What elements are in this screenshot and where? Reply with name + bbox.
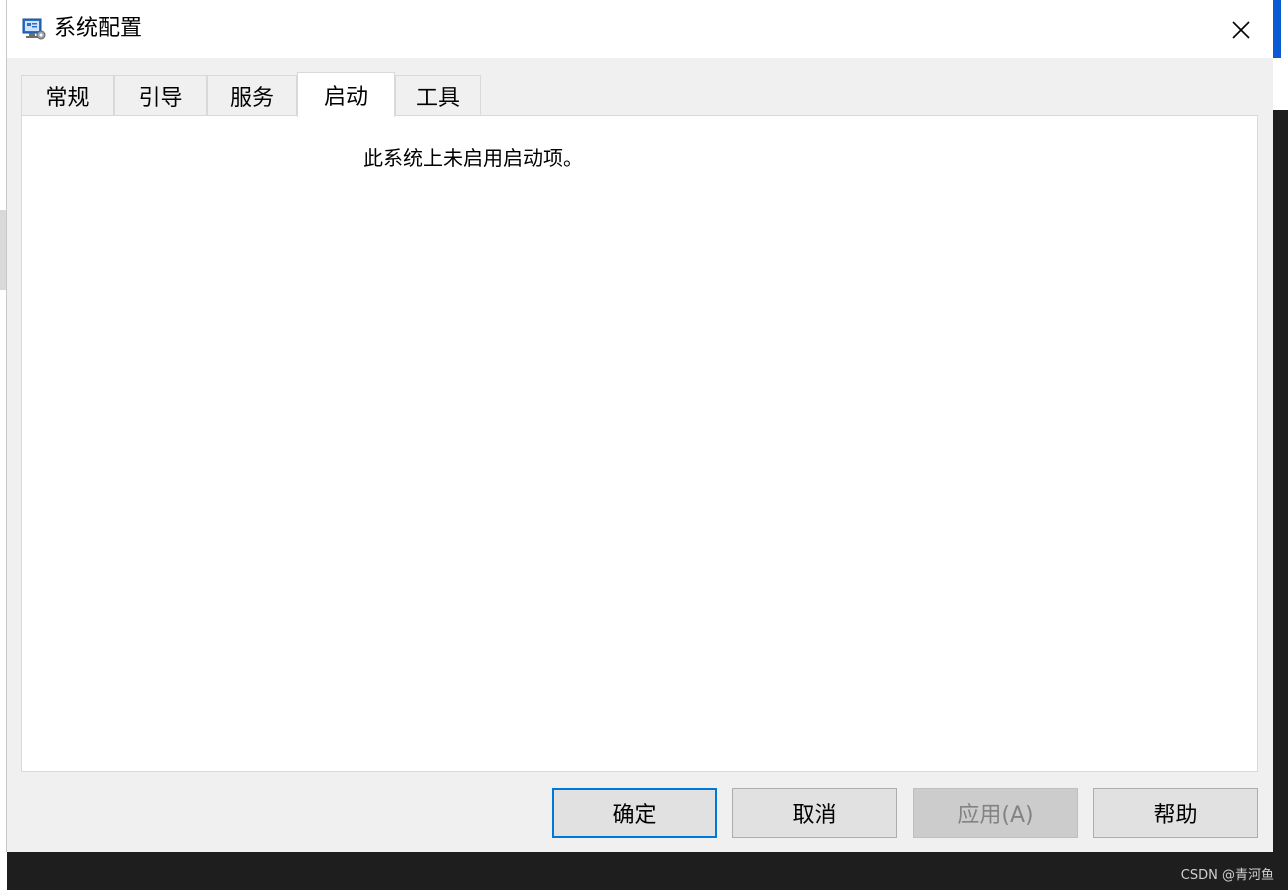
- background-dark-strip: [1273, 110, 1288, 852]
- tab-label: 工具: [415, 86, 460, 111]
- apply-button-label: 应用(A): [957, 803, 1034, 828]
- no-startup-items-message: 此系统上未启用启动项。: [363, 146, 583, 170]
- tab-startup[interactable]: 启动: [297, 72, 395, 117]
- ok-button-label: 确定: [612, 803, 657, 828]
- close-icon: [1232, 21, 1250, 39]
- help-button-label: 帮助: [1153, 803, 1198, 828]
- cancel-button[interactable]: 取消: [732, 788, 897, 838]
- background-window-edge-right: [1273, 0, 1288, 852]
- tab-services[interactable]: 服务: [207, 75, 297, 116]
- background-window-fragment: [0, 210, 6, 290]
- help-button[interactable]: 帮助: [1093, 788, 1258, 838]
- taskbar-strip: CSDN @青河鱼: [7, 852, 1288, 890]
- tab-label: 常规: [45, 86, 90, 111]
- watermark-text: CSDN @青河鱼: [1180, 868, 1274, 883]
- title-bar: 系统配置: [7, 0, 1273, 58]
- background-accent-strip: [1273, 0, 1281, 58]
- cancel-button-label: 取消: [792, 803, 837, 828]
- ok-button[interactable]: 确定: [552, 788, 717, 838]
- apply-button[interactable]: 应用(A): [913, 788, 1078, 838]
- tab-label: 启动: [323, 85, 368, 110]
- window-title: 系统配置: [54, 16, 143, 41]
- tab-tools[interactable]: 工具: [395, 75, 481, 116]
- msconfig-app-icon: [22, 18, 46, 40]
- tab-general[interactable]: 常规: [21, 75, 114, 116]
- close-button[interactable]: [1219, 10, 1263, 50]
- tab-boot[interactable]: 引导: [114, 75, 207, 116]
- tab-strip: 常规 引导 服务 启动 工具: [21, 72, 721, 117]
- tab-label: 服务: [229, 86, 274, 111]
- startup-panel: 此系统上未启用启动项。: [21, 115, 1258, 772]
- background-window-edge: [0, 0, 7, 852]
- system-configuration-dialog: 系统配置 常规 引导 服务 启动 工具 此系统上未启用启动项。 确定 取消 应用…: [7, 0, 1273, 852]
- tab-label: 引导: [138, 86, 183, 111]
